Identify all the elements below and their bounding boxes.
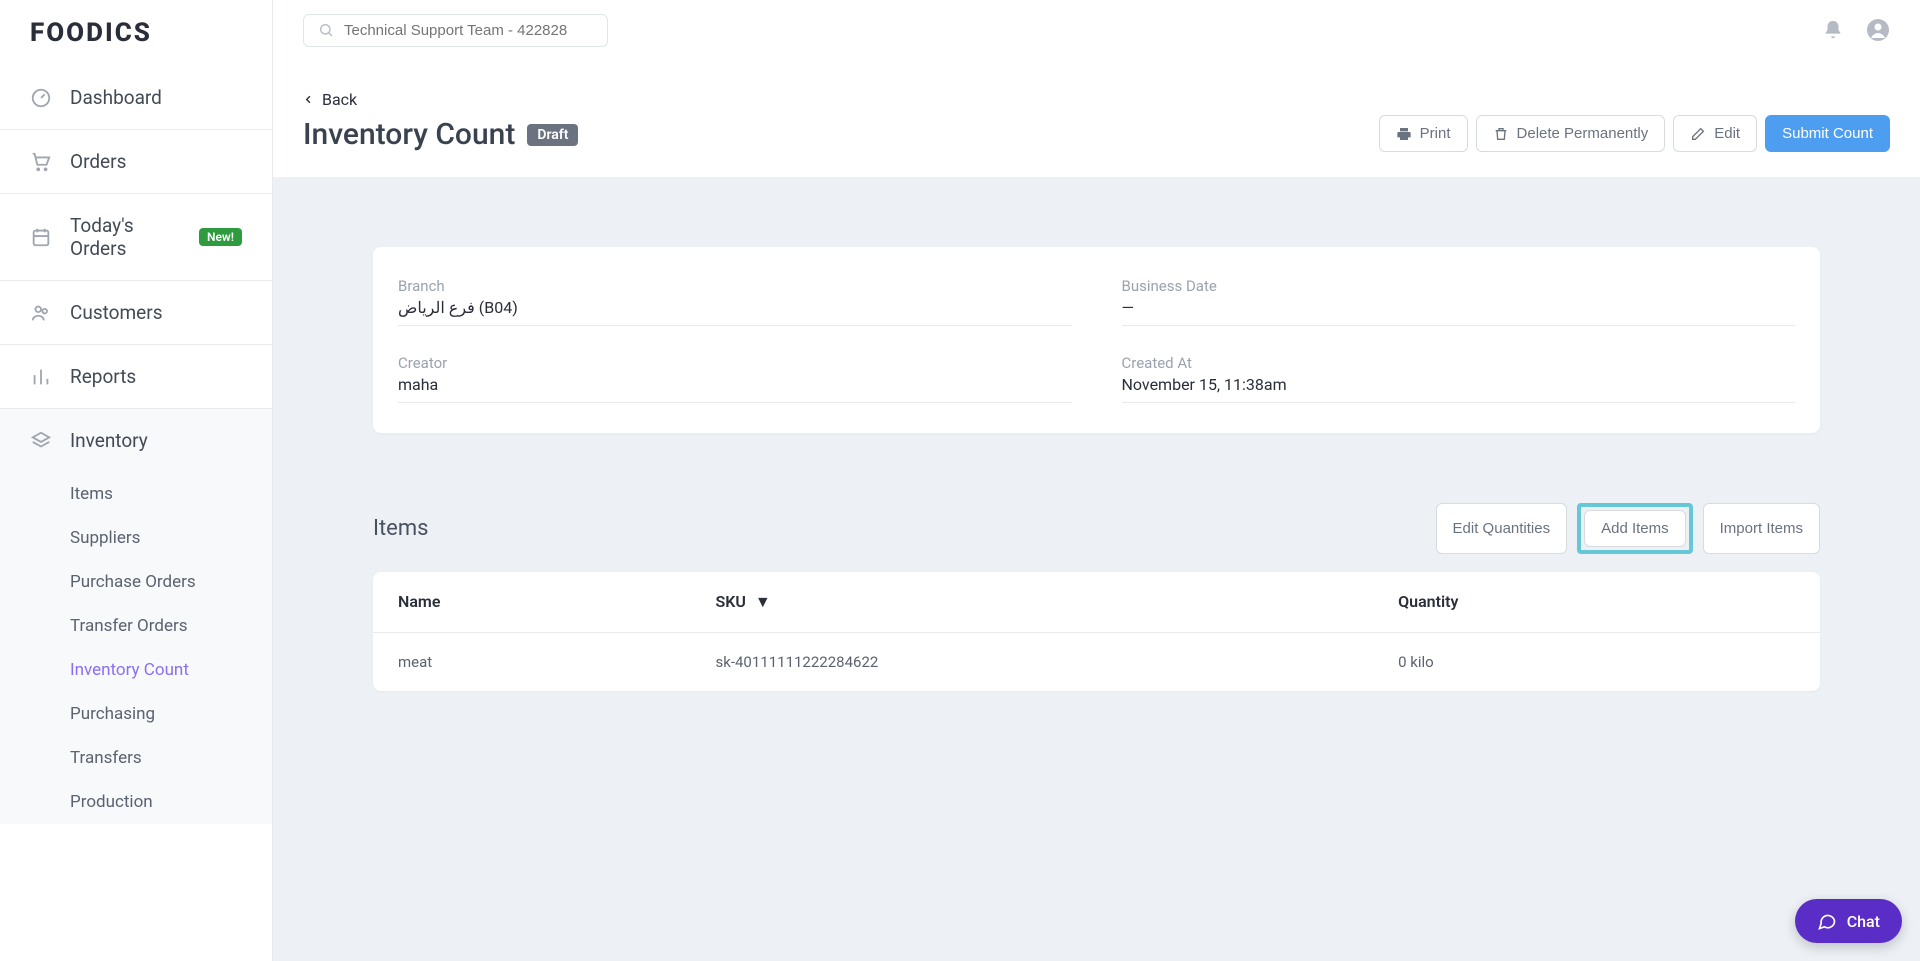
table-row[interactable]: meat sk-40111111222284622 0 kilo xyxy=(373,633,1820,691)
content-area: Branch فرع الرياض (B04) Business Date — … xyxy=(273,177,1920,961)
import-items-button[interactable]: Import Items xyxy=(1703,503,1820,554)
subnav-transfers[interactable]: Transfers xyxy=(70,736,272,780)
delete-button[interactable]: Delete Permanently xyxy=(1476,115,1666,152)
col-quantity[interactable]: Quantity xyxy=(1398,592,1795,612)
field-label: Branch xyxy=(398,277,1072,295)
status-badge: Draft xyxy=(527,124,578,146)
info-card: Branch فرع الرياض (B04) Business Date — … xyxy=(373,247,1820,433)
field-value: maha xyxy=(398,375,1072,394)
chart-icon xyxy=(30,366,52,388)
search-box[interactable] xyxy=(303,14,608,47)
layers-icon xyxy=(30,430,52,452)
subnav-purchase-orders[interactable]: Purchase Orders xyxy=(70,560,272,604)
button-label: Submit Count xyxy=(1782,125,1873,142)
button-label: Add Items xyxy=(1601,520,1669,537)
main-content: Back Inventory Count Draft Print xyxy=(273,0,1920,961)
nav-dashboard[interactable]: Dashboard xyxy=(0,66,272,130)
bell-icon[interactable] xyxy=(1822,19,1844,41)
cell-quantity: 0 kilo xyxy=(1398,653,1795,671)
button-label: Import Items xyxy=(1720,520,1803,537)
users-icon xyxy=(30,302,52,324)
nav-label: Orders xyxy=(70,150,126,173)
table-body: meat sk-40111111222284622 0 kilo xyxy=(373,633,1820,691)
field-label: Business Date xyxy=(1122,277,1796,295)
items-section-header: Items Edit Quantities Add Items Import I… xyxy=(373,503,1820,554)
add-items-highlight: Add Items xyxy=(1577,503,1693,554)
chevron-left-icon xyxy=(303,94,314,105)
button-label: Edit Quantities xyxy=(1453,520,1551,537)
chat-label: Chat xyxy=(1847,912,1880,931)
business-date-field: Business Date — xyxy=(1122,277,1796,326)
sidebar: FOODICS Dashboard Orders Today's Orders … xyxy=(0,0,273,961)
page-title: Inventory Count xyxy=(303,117,515,152)
back-label: Back xyxy=(322,90,357,109)
search-icon xyxy=(318,22,334,38)
search-input[interactable] xyxy=(344,22,593,39)
nav-label: Today's Orders xyxy=(70,214,181,260)
page-header: Back Inventory Count Draft Print xyxy=(273,60,1920,177)
nav-label: Inventory xyxy=(70,429,148,452)
subnav-purchasing[interactable]: Purchasing xyxy=(70,692,272,736)
subnav-production[interactable]: Production xyxy=(70,780,272,824)
nav-todays-orders[interactable]: Today's Orders New! xyxy=(0,194,272,281)
col-sku[interactable]: SKU ▼ xyxy=(716,592,1399,612)
subnav-suppliers[interactable]: Suppliers xyxy=(70,516,272,560)
button-label: Delete Permanently xyxy=(1517,125,1649,142)
subnav-transfer-orders[interactable]: Transfer Orders xyxy=(70,604,272,648)
col-name[interactable]: Name xyxy=(398,592,716,612)
cell-sku: sk-40111111222284622 xyxy=(716,653,1399,671)
submit-count-button[interactable]: Submit Count xyxy=(1765,115,1890,152)
section-title: Items xyxy=(373,516,429,541)
print-icon xyxy=(1396,126,1412,142)
field-value: November 15, 11:38am xyxy=(1122,375,1796,394)
subnav-items[interactable]: Items xyxy=(70,472,272,516)
nav-orders[interactable]: Orders xyxy=(0,130,272,194)
sort-desc-icon: ▼ xyxy=(755,592,771,612)
gauge-icon xyxy=(30,87,52,109)
main-nav: Dashboard Orders Today's Orders New! Cu xyxy=(0,66,272,824)
field-label: Creator xyxy=(398,354,1072,372)
inventory-subnav: Items Suppliers Purchase Orders Transfer… xyxy=(0,472,272,824)
nav-customers[interactable]: Customers xyxy=(0,281,272,345)
field-value: فرع الرياض (B04) xyxy=(398,298,1072,317)
cell-name: meat xyxy=(398,653,716,671)
creator-field: Creator maha xyxy=(398,354,1072,403)
subnav-inventory-count[interactable]: Inventory Count xyxy=(70,648,272,692)
header-actions: Print Delete Permanently Edit Submit Cou… xyxy=(1379,115,1890,152)
add-items-button[interactable]: Add Items xyxy=(1584,510,1686,547)
items-table: Name SKU ▼ Quantity meat sk-401111112222… xyxy=(373,572,1820,691)
calendar-icon xyxy=(30,226,52,248)
field-label: Created At xyxy=(1122,354,1796,372)
nav-label: Reports xyxy=(70,365,136,388)
trash-icon xyxy=(1493,126,1509,142)
avatar-icon[interactable] xyxy=(1866,18,1890,42)
table-header: Name SKU ▼ Quantity xyxy=(373,572,1820,633)
topbar xyxy=(273,0,1920,60)
edit-quantities-button[interactable]: Edit Quantities xyxy=(1436,503,1568,554)
nav-label: Dashboard xyxy=(70,86,162,109)
nav-label: Customers xyxy=(70,301,163,324)
new-badge: New! xyxy=(199,228,242,246)
pencil-icon xyxy=(1690,126,1706,142)
created-at-field: Created At November 15, 11:38am xyxy=(1122,354,1796,403)
branch-field: Branch فرع الرياض (B04) xyxy=(398,277,1072,326)
nav-inventory[interactable]: Inventory xyxy=(0,409,272,472)
field-value: — xyxy=(1122,298,1796,317)
print-button[interactable]: Print xyxy=(1379,115,1468,152)
edit-button[interactable]: Edit xyxy=(1673,115,1757,152)
back-link[interactable]: Back xyxy=(303,90,578,109)
button-label: Edit xyxy=(1714,125,1740,142)
button-label: Print xyxy=(1420,125,1451,142)
chat-icon xyxy=(1817,911,1837,931)
nav-reports[interactable]: Reports xyxy=(0,345,272,409)
cart-icon xyxy=(30,151,52,173)
chat-button[interactable]: Chat xyxy=(1795,899,1902,943)
logo: FOODICS xyxy=(0,0,272,66)
